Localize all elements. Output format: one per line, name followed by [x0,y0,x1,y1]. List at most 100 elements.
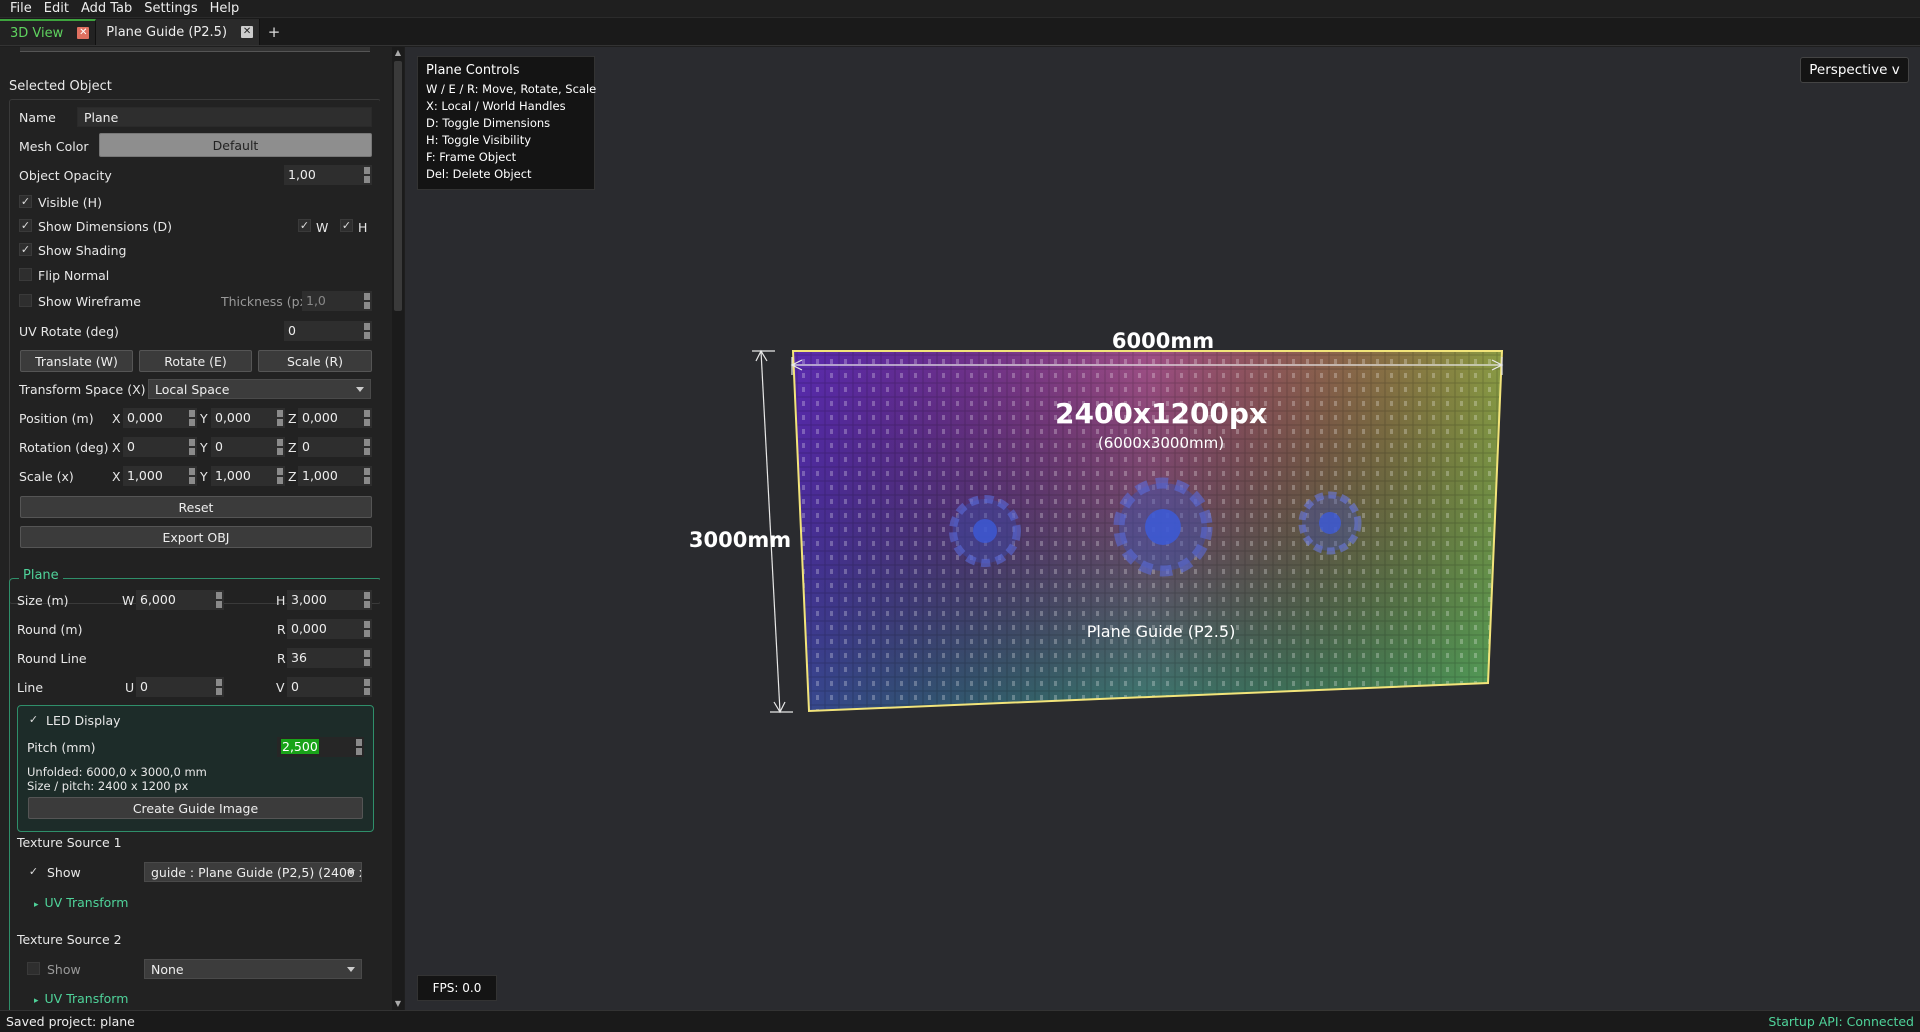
scroll-up-icon[interactable]: ▲ [392,47,404,59]
selected-object-title: Selected Object [9,79,112,94]
visible-checkbox[interactable]: ✓ [19,195,32,208]
scroll-down-icon[interactable]: ▼ [392,998,404,1010]
dim-h-label: H [358,220,368,235]
perspective-dropdown[interactable]: Perspective v [1800,57,1909,83]
scale-x-spinbox[interactable]: 1,000 [123,466,197,486]
menu-settings[interactable]: Settings [138,0,203,18]
line-u-spinbox[interactable]: 0 [136,677,224,697]
rotation-y-value: 0 [215,439,223,454]
texture-1-uv-transform-toggle[interactable]: ▸ UV Transform [34,895,128,910]
scrollbar-thumb[interactable] [394,61,402,311]
menu-add-tab[interactable]: Add Tab [75,0,138,18]
size-label: Size (m) [17,593,69,608]
uv-rotate-spinbox[interactable]: 0 [284,321,372,341]
uv-transform-label: UV Transform [44,895,129,910]
export-obj-button[interactable]: Export OBJ [20,526,372,548]
rotate-button[interactable]: Rotate (E) [139,350,252,372]
show-dimensions-checkbox[interactable]: ✓ [19,219,32,232]
texture-2-uv-transform-toggle[interactable]: ▸ UV Transform [34,991,128,1006]
close-icon[interactable]: ✕ [77,27,90,39]
spin-arrows-icon[interactable] [189,410,195,426]
chevron-down-icon [356,387,364,392]
menu-help[interactable]: Help [204,0,246,18]
spin-arrows-icon[interactable] [364,679,370,695]
spin-arrows-icon[interactable] [216,679,222,695]
round-line-spinbox[interactable]: 36 [287,648,372,668]
scale-y-spinbox[interactable]: 1,000 [211,466,285,486]
translate-button[interactable]: Translate (W) [20,350,133,372]
texture-2-show-checkbox[interactable] [27,962,40,975]
thickness-value: 1,0 [306,293,326,308]
rotation-z-spinbox[interactable]: 0 [298,437,372,457]
menu-edit[interactable]: Edit [38,0,75,18]
scale-button[interactable]: Scale (R) [258,350,372,372]
transform-space-select[interactable]: Local Space [148,379,371,399]
spin-arrows-icon[interactable] [364,167,370,183]
mesh-color-button[interactable]: Default [99,133,372,157]
gear-icon [1298,491,1362,555]
position-label: Position (m) [19,411,94,426]
led-display-checkbox[interactable]: ✓ [27,713,40,726]
spin-arrows-icon[interactable] [277,439,283,455]
spin-arrows-icon[interactable] [364,410,370,426]
spin-arrows-icon[interactable] [356,739,362,755]
round-label: Round (m) [17,622,83,637]
spin-arrows-icon[interactable] [364,293,370,309]
pitch-label: Pitch (mm) [27,740,96,755]
round-spinbox[interactable]: 0,000 [287,619,372,639]
position-x-label: X [112,411,121,426]
spin-arrows-icon[interactable] [277,468,283,484]
position-x-spinbox[interactable]: 0,000 [123,408,197,428]
menu-file[interactable]: File [4,0,38,18]
viewport-scene[interactable]: 2400x1200px (6000x3000mm) Plane Guide (P… [405,47,1920,1010]
position-y-spinbox[interactable]: 0,000 [211,408,285,428]
plane-controls-overlay: Plane Controls W / E / R: Move, Rotate, … [417,56,596,190]
spin-arrows-icon[interactable] [277,410,283,426]
dim-w-checkbox[interactable]: ✓ [298,219,311,232]
spin-arrows-icon[interactable] [364,592,370,608]
show-wireframe-checkbox[interactable] [19,294,32,307]
controls-line: Del: Delete Object [426,167,532,181]
scale-z-spinbox[interactable]: 1,000 [298,466,372,486]
show-shading-checkbox[interactable]: ✓ [19,243,32,256]
line-u-label: U [125,680,135,695]
spin-arrows-icon[interactable] [364,439,370,455]
sidebar-scrollbar[interactable]: ▲ ▼ [392,47,404,1010]
dim-h-checkbox[interactable]: ✓ [340,219,353,232]
position-z-spinbox[interactable]: 0,000 [298,408,372,428]
rotation-x-spinbox[interactable]: 0 [123,437,197,457]
spin-arrows-icon[interactable] [216,592,222,608]
rotation-y-spinbox[interactable]: 0 [211,437,285,457]
size-w-spinbox[interactable]: 6,000 [136,590,224,610]
create-guide-image-button[interactable]: Create Guide Image [28,797,363,819]
line-v-spinbox[interactable]: 0 [287,677,372,697]
close-icon[interactable]: ✕ [241,26,254,38]
spin-arrows-icon[interactable] [189,439,195,455]
size-h-spinbox[interactable]: 3,000 [287,590,372,610]
spin-arrows-icon[interactable] [364,650,370,666]
reset-button[interactable]: Reset [20,496,372,518]
flip-normal-checkbox[interactable] [19,268,32,281]
add-tab-button[interactable]: + [260,19,288,45]
spin-arrows-icon[interactable] [364,621,370,637]
guide-mm-text: (6000x3000mm) [1098,434,1224,452]
fps-counter: FPS: 0.0 [417,975,497,1001]
spin-arrows-icon[interactable] [364,323,370,339]
tab-plane-guide[interactable]: Plane Guide (P2.5) ✕ [96,19,261,45]
line-u-value: 0 [140,679,148,694]
spin-arrows-icon[interactable] [189,468,195,484]
texture-1-show-checkbox[interactable]: ✓ [27,865,40,878]
texture-2-select[interactable]: None [144,959,362,979]
pitch-spinbox[interactable]: 2,500 [277,737,364,757]
show-wireframe-label: Show Wireframe [38,294,141,309]
visible-label: Visible (H) [38,195,102,210]
scale-z-value: 1,000 [302,468,338,483]
texture-1-show-label: Show [47,865,81,880]
thickness-spinbox[interactable]: 1,0 [302,291,372,311]
spin-arrows-icon[interactable] [364,468,370,484]
tab-3d-view[interactable]: 3D View ✕ [0,19,97,45]
name-input[interactable]: Plane [77,107,372,127]
opacity-spinbox[interactable]: 1,00 [284,165,372,185]
chevron-down-icon [347,967,355,972]
texture-1-select[interactable]: guide : Plane Guide (P2,5) (2400 x [144,862,362,882]
